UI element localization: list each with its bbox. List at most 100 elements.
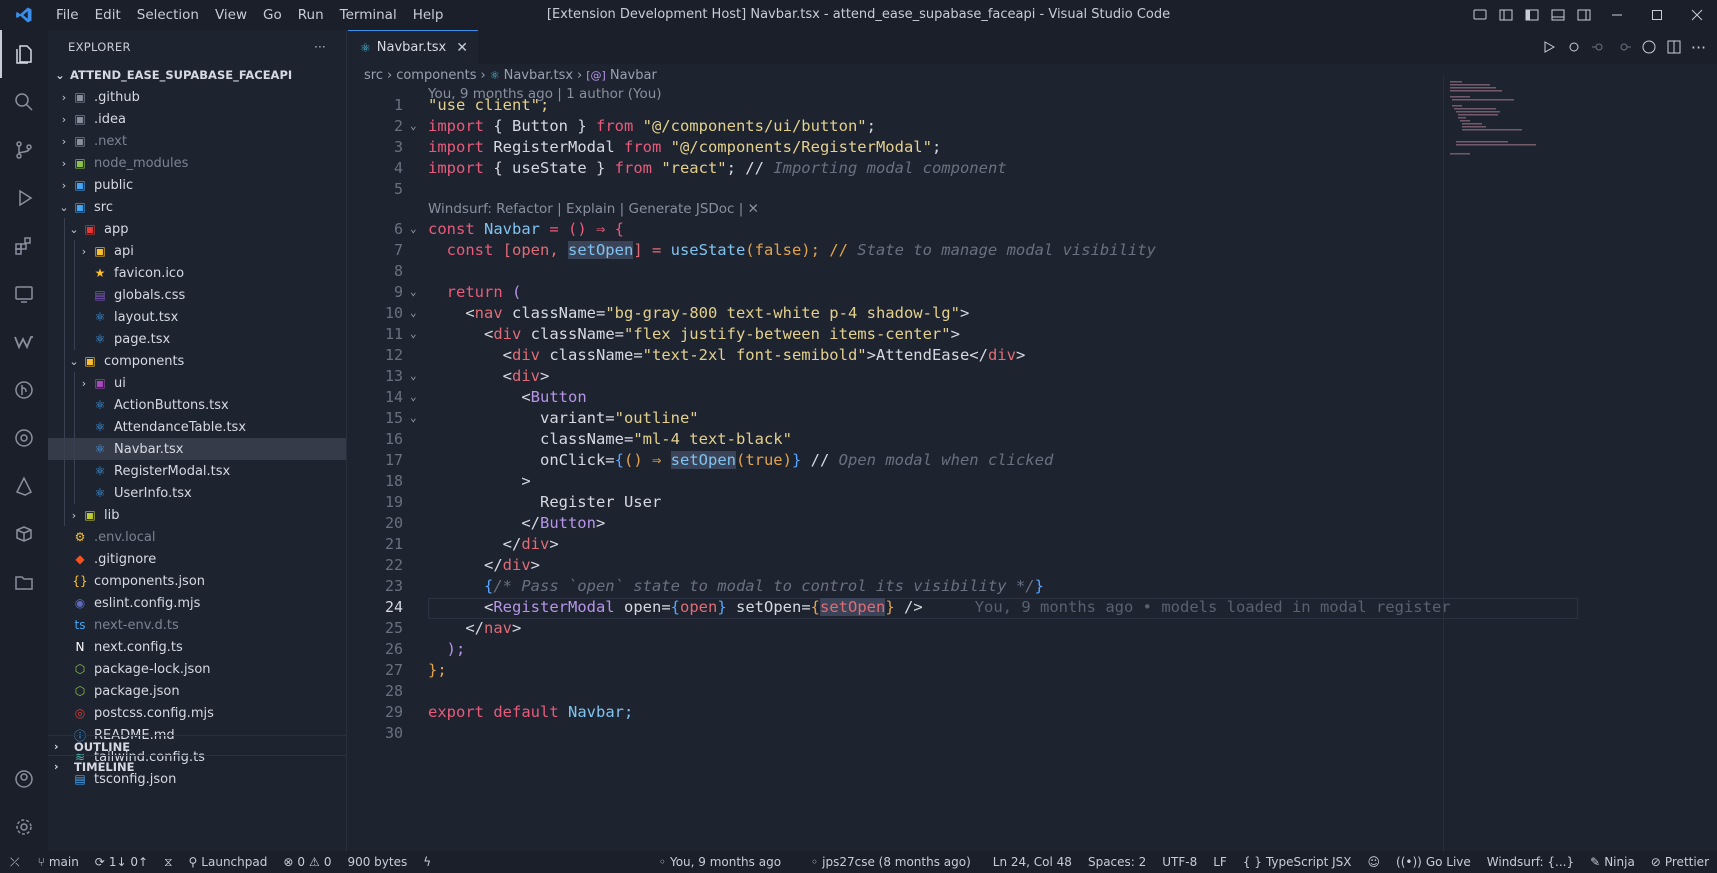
more-actions-icon[interactable]: ··· (1688, 38, 1709, 57)
go-back-icon[interactable] (1563, 41, 1584, 53)
maximize-icon[interactable] (1637, 0, 1677, 30)
run-icon[interactable] (1538, 41, 1559, 53)
menu-file[interactable]: File (48, 0, 87, 30)
tree-folder[interactable]: ⌄ ▣ app (48, 218, 346, 240)
launchpad-status[interactable]: ⚲ Launchpad (181, 855, 276, 869)
fold-chevron-icon[interactable]: ⌄ (410, 119, 417, 132)
fold-chevron-icon[interactable]: ⌄ (410, 306, 417, 319)
ninja-status[interactable]: ✎ Ninja (1582, 855, 1643, 869)
prisma-icon[interactable] (0, 462, 48, 510)
cursor-position[interactable]: Ln 24, Col 48 (985, 855, 1080, 869)
tree-file[interactable]: ⚛ UserInfo.tsx (48, 482, 346, 504)
git-graph-icon[interactable] (0, 366, 48, 414)
next-change-icon[interactable] (1613, 41, 1634, 53)
split-editor-icon[interactable] (1663, 40, 1684, 54)
workspace-root[interactable]: ⌄ ATTEND_EASE_SUPABASE_FACEAPI (48, 64, 346, 86)
minimize-icon[interactable] (1597, 0, 1637, 30)
menu-go[interactable]: Go (255, 0, 290, 30)
timeline-section[interactable]: › TIMELINE (48, 755, 347, 777)
fold-chevron-icon[interactable]: ⌄ (410, 285, 417, 298)
breadcrumb-src[interactable]: src (364, 68, 383, 83)
windsurf-codelens[interactable]: Windsurf: Refactor | Explain | Generate … (428, 201, 759, 217)
close-tab-icon[interactable]: ✕ (456, 40, 468, 56)
remote-explorer-icon[interactable] (0, 270, 48, 318)
fold-chevron-icon[interactable]: ⌄ (410, 327, 417, 340)
tree-file[interactable]: Nnext.config.ts (48, 636, 346, 658)
menu-edit[interactable]: Edit (87, 0, 129, 30)
breadcrumb-components[interactable]: components (396, 68, 476, 83)
search-icon[interactable] (0, 78, 48, 126)
go-live-status[interactable]: ((•)) Go Live (1388, 855, 1479, 869)
menu-view[interactable]: View (207, 0, 255, 30)
tree-folder[interactable]: › ▣ .github (48, 86, 346, 108)
author-status[interactable]: ◦ jps27cse (8 months ago) (803, 855, 979, 869)
tree-folder[interactable]: › ▣ .idea (48, 108, 346, 130)
fold-chevron-icon[interactable]: ⌄ (410, 369, 417, 382)
blame-status[interactable]: ◦ You, 9 months ago (651, 855, 789, 869)
breadcrumb-symbol[interactable]: Navbar (610, 68, 657, 83)
tree-folder[interactable]: ⌄ ▣ src (48, 196, 346, 218)
sync-status[interactable]: ⟳ 1↓ 0↑ (87, 855, 156, 869)
tree-file[interactable]: ⬡ package.json (48, 680, 346, 702)
code-editor[interactable]: You, 9 months ago | 1 author (You) 1 2 ⌄ 3 4… (348, 86, 1583, 846)
chat-icon[interactable] (1467, 0, 1493, 30)
tree-file[interactable]: ★ favicon.ico (48, 262, 346, 284)
outline-section[interactable]: › OUTLINE (48, 735, 347, 757)
layout-customize-icon[interactable] (1493, 0, 1519, 30)
indentation[interactable]: Spaces: 2 (1080, 855, 1154, 869)
project-manager-icon[interactable] (0, 558, 48, 606)
prettier-status[interactable]: ⊘ Prettier (1643, 855, 1717, 869)
tree-folder[interactable]: › ▣ lib (48, 504, 346, 526)
tree-file[interactable]: ◎ postcss.config.mjs (48, 702, 346, 724)
tree-file[interactable]: ⚛ ActionButtons.tsx (48, 394, 346, 416)
windsurf-status[interactable]: Windsurf: {...} (1479, 855, 1582, 869)
fold-chevron-icon[interactable]: ⌄ (410, 390, 417, 403)
settings-gear-icon[interactable] (0, 803, 48, 851)
tree-folder[interactable]: › ▣ api (48, 240, 346, 262)
language-mode[interactable]: { } TypeScript JSX (1235, 855, 1360, 869)
fold-chevron-icon[interactable]: ⌄ (410, 411, 417, 424)
tab-navbar-tsx[interactable]: ⚛ Navbar.tsx ✕ (348, 30, 478, 64)
remote-indicator-icon[interactable]: ⤫ (0, 855, 30, 870)
copilot-icon[interactable]: ☺ (1360, 855, 1389, 869)
menu-help[interactable]: Help (405, 0, 452, 30)
accounts-icon[interactable] (0, 755, 48, 803)
tree-file[interactable]: ⚛ AttendanceTable.tsx (48, 416, 346, 438)
tree-file[interactable]: ◉ eslint.config.mjs (48, 592, 346, 614)
breadcrumb-file[interactable]: Navbar.tsx (504, 68, 573, 83)
menu-terminal[interactable]: Terminal (332, 0, 405, 30)
tree-file[interactable]: ⬡ package-lock.json (48, 658, 346, 680)
source-control-icon[interactable] (0, 126, 48, 174)
tree-folder[interactable]: ⌄ ▣ components (48, 350, 346, 372)
git-compare-icon[interactable] (1638, 40, 1659, 54)
tree-file[interactable]: ⚛ RegisterModal.tsx (48, 460, 346, 482)
encoding[interactable]: UTF-8 (1154, 855, 1205, 869)
tree-folder[interactable]: › ▣ ui (48, 372, 346, 394)
tree-folder[interactable]: › ▣ node_modules (48, 152, 346, 174)
tree-file[interactable]: ts next-env.d.ts (48, 614, 346, 636)
tree-file[interactable]: ⚙ .env.local (48, 526, 346, 548)
git-graph-status-icon[interactable]: ⧖ (156, 855, 180, 870)
toggle-secondary-sidebar-icon[interactable] (1571, 0, 1597, 30)
tree-file[interactable]: ⚛ layout.tsx (48, 306, 346, 328)
tree-file[interactable]: ▤ globals.css (48, 284, 346, 306)
tree-file[interactable]: {} components.json (48, 570, 346, 592)
toggle-panel-icon[interactable] (1545, 0, 1571, 30)
branch-status[interactable]: ⑂ main (30, 855, 87, 869)
lightning-icon[interactable]: ϟ (415, 855, 439, 869)
explorer-icon[interactable] (0, 30, 48, 78)
toggle-sidebar-icon[interactable] (1519, 0, 1545, 30)
minimap[interactable] (1443, 75, 1553, 855)
extensions-icon[interactable] (0, 222, 48, 270)
tree-file[interactable]: ⚛ page.tsx (48, 328, 346, 350)
fold-chevron-icon[interactable]: ⌄ (410, 222, 417, 235)
run-debug-icon[interactable] (0, 174, 48, 222)
windsurf-icon[interactable] (0, 318, 48, 366)
docker-icon[interactable] (0, 510, 48, 558)
previous-change-icon[interactable] (1588, 41, 1609, 53)
menu-run[interactable]: Run (290, 0, 332, 30)
gitlens-icon[interactable] (0, 414, 48, 462)
tree-file[interactable]: ⚛ Navbar.tsx (48, 438, 346, 460)
tree-folder[interactable]: › ▣ public (48, 174, 346, 196)
explorer-more-icon[interactable]: ··· (314, 40, 326, 54)
